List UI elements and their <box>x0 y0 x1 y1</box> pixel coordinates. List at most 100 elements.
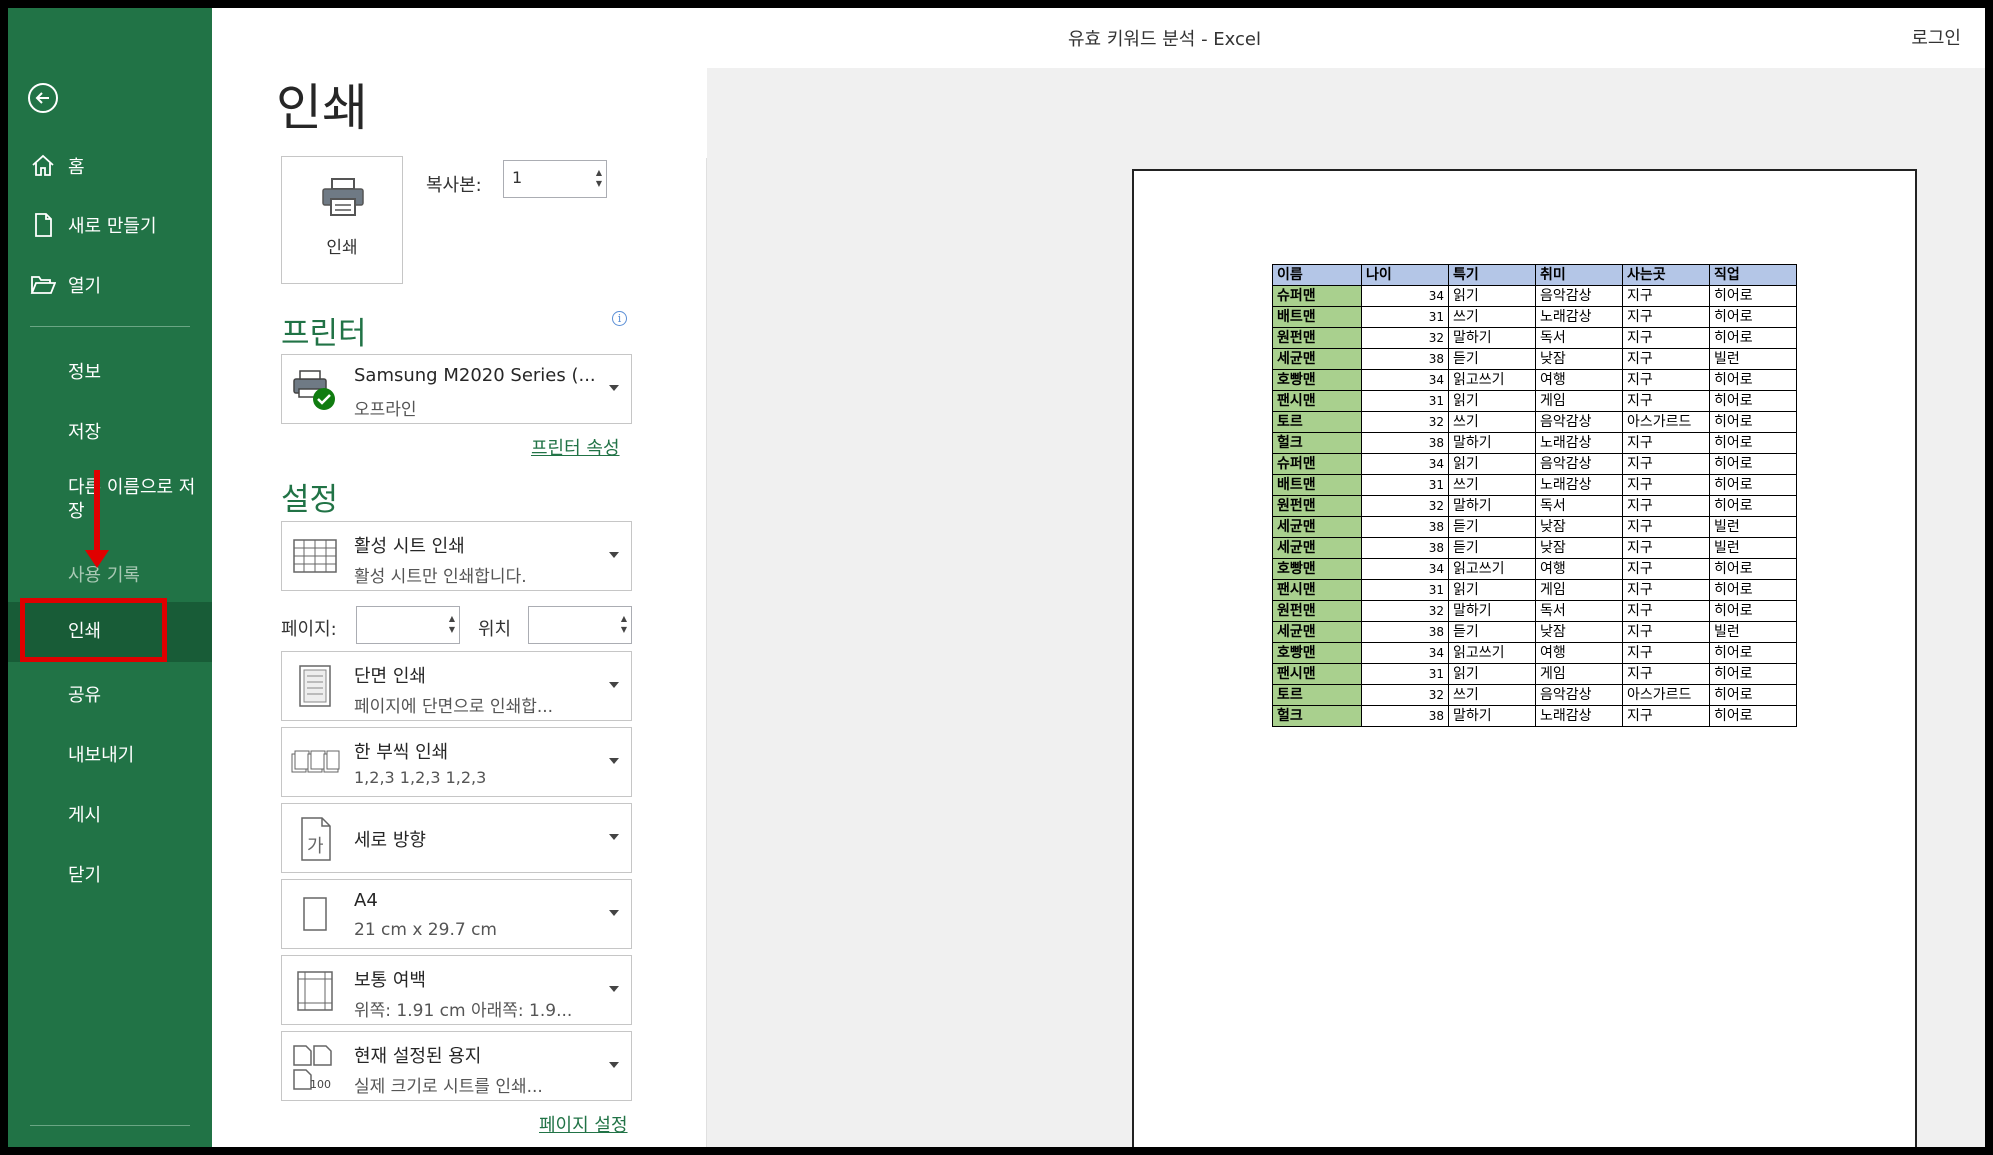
sidebar-item-publish[interactable]: 게시 <box>8 801 212 827</box>
table-row: 팬시맨 31 읽기 게임 지구 히어로 <box>1272 579 1797 601</box>
table-cell: 세균맨 <box>1272 537 1362 559</box>
table-cell: 지구 <box>1622 663 1710 685</box>
annotation-arrow-head <box>85 550 109 568</box>
pages-from-input[interactable]: ▲ ▼ <box>356 606 460 644</box>
table-cell: 쓰기 <box>1448 306 1536 328</box>
table-cell: 원펀맨 <box>1272 327 1362 349</box>
table-cell: 지구 <box>1622 705 1710 727</box>
sidebar-item-home[interactable]: 홈 <box>8 153 212 179</box>
table-cell: 음악감상 <box>1535 285 1623 307</box>
sidebar-item-open[interactable]: 열기 <box>8 272 212 298</box>
table-row: 세균맨 38 듣기 낮잠 지구 빌런 <box>1272 348 1797 370</box>
printer-name: Samsung M2020 Series (... <box>354 365 596 386</box>
table-cell: 32 <box>1361 684 1449 706</box>
table-cell: 38 <box>1361 348 1449 370</box>
table-cell: 음악감상 <box>1535 684 1623 706</box>
table-row: 원펀맨 32 말하기 독서 지구 히어로 <box>1272 327 1797 349</box>
table-cell: 읽기 <box>1448 390 1536 412</box>
print-button[interactable]: 인쇄 <box>281 156 403 284</box>
table-cell: 지구 <box>1622 495 1710 517</box>
margins-dropdown[interactable]: 보통 여백 위쪽: 1.91 cm 아래쪽: 1.9... <box>281 955 632 1025</box>
table-cell: 31 <box>1361 306 1449 328</box>
chevron-down-icon <box>609 834 619 840</box>
table-cell: 빌런 <box>1709 348 1797 370</box>
table-row: 호빵맨 34 읽고쓰기 여행 지구 히어로 <box>1272 558 1797 580</box>
portrait-orientation-icon: 가 <box>301 817 331 861</box>
table-cell: 31 <box>1361 390 1449 412</box>
sidebar-item-share[interactable]: 공유 <box>8 681 212 707</box>
table-cell: 게임 <box>1535 663 1623 685</box>
table-cell: 히어로 <box>1709 411 1797 433</box>
login-link[interactable]: 로그인 <box>1911 24 1961 50</box>
chevron-down-icon <box>609 1062 619 1068</box>
table-cell: 읽기 <box>1448 579 1536 601</box>
setting-title: 세로 방향 <box>354 830 426 851</box>
pages-label: 페이지: <box>281 619 337 640</box>
table-cell: 낮잠 <box>1535 516 1623 538</box>
page-title: 인쇄 <box>276 79 368 137</box>
table-cell: 듣기 <box>1448 348 1536 370</box>
table-cell: 독서 <box>1535 495 1623 517</box>
svg-text:100: 100 <box>310 1078 331 1091</box>
back-arrow-icon[interactable] <box>28 83 58 113</box>
new-document-icon <box>35 213 52 237</box>
table-cell: 지구 <box>1622 306 1710 328</box>
sidebar-item-save[interactable]: 저장 <box>8 418 212 444</box>
table-cell: 게임 <box>1535 579 1623 601</box>
stepper-arrows-icon[interactable]: ▲ ▼ <box>621 613 627 635</box>
chevron-down-icon <box>609 910 619 916</box>
collated-icon <box>291 750 340 773</box>
table-row: 호빵맨 34 읽고쓰기 여행 지구 히어로 <box>1272 369 1797 391</box>
table-cell: 히어로 <box>1709 642 1797 664</box>
table-row: 세균맨 38 듣기 낮잠 지구 빌런 <box>1272 516 1797 538</box>
table-cell: 지구 <box>1622 390 1710 412</box>
table-cell: 히어로 <box>1709 600 1797 622</box>
stepper-arrows-icon[interactable]: ▲ ▼ <box>449 613 455 635</box>
table-header-cell: 직업 <box>1709 264 1797 286</box>
table-row: 토르 32 쓰기 음악감상 아스가르드 히어로 <box>1272 411 1797 433</box>
printer-dropdown[interactable]: Samsung M2020 Series (... 오프라인 <box>281 354 632 424</box>
table-cell: 배트맨 <box>1272 474 1362 496</box>
table-cell: 32 <box>1361 411 1449 433</box>
table-row: 원펀맨 32 말하기 독서 지구 히어로 <box>1272 600 1797 622</box>
table-cell: 히어로 <box>1709 285 1797 307</box>
printer-properties-link[interactable]: 프린터 속성 <box>531 434 620 460</box>
table-cell: 지구 <box>1622 516 1710 538</box>
paper-size-dropdown[interactable]: A4 21 cm x 29.7 cm <box>281 879 632 949</box>
table-cell: 34 <box>1361 558 1449 580</box>
stepper-arrows-icon[interactable]: ▲ ▼ <box>596 167 602 189</box>
sides-dropdown[interactable]: 단면 인쇄 페이지에 단면으로 인쇄합... <box>281 651 632 721</box>
sidebar-item-history[interactable]: 사용 기록 <box>8 561 212 587</box>
table-cell: 호빵맨 <box>1272 642 1362 664</box>
chevron-down-icon <box>609 552 619 558</box>
collation-dropdown[interactable]: 한 부씩 인쇄 1,2,3 1,2,3 1,2,3 <box>281 727 632 797</box>
table-cell: 쓰기 <box>1448 411 1536 433</box>
sidebar-item-info[interactable]: 정보 <box>8 358 212 384</box>
copies-stepper[interactable]: 1 ▲ ▼ <box>503 160 607 198</box>
table-cell: 32 <box>1361 495 1449 517</box>
table-cell: 히어로 <box>1709 369 1797 391</box>
table-cell: 노래감상 <box>1535 432 1623 454</box>
sidebar-item-new[interactable]: 새로 만들기 <box>8 212 212 238</box>
orientation-dropdown[interactable]: 가 세로 방향 <box>281 803 632 873</box>
table-cell: 지구 <box>1622 285 1710 307</box>
pages-to-input[interactable]: ▲ ▼ <box>528 606 632 644</box>
setting-desc: 페이지에 단면으로 인쇄합... <box>354 697 554 717</box>
table-cell: 아스가르드 <box>1622 684 1710 706</box>
page-setup-link[interactable]: 페이지 설정 <box>539 1111 628 1137</box>
table-cell: 히어로 <box>1709 663 1797 685</box>
sidebar-item-save-as[interactable]: 다른 이름으로 저장 <box>8 476 198 524</box>
scaling-dropdown[interactable]: 100 현재 설정된 용지 실제 크기로 시트를 인쇄... <box>281 1031 632 1101</box>
sidebar-item-label: 다른 이름으로 저장 <box>68 477 196 522</box>
sidebar-item-label: 열기 <box>68 276 102 297</box>
table-cell: 원펀맨 <box>1272 495 1362 517</box>
sidebar-item-export[interactable]: 내보내기 <box>8 741 212 767</box>
table-cell: 빌런 <box>1709 537 1797 559</box>
sidebar-item-close[interactable]: 닫기 <box>8 861 212 887</box>
single-sided-icon <box>299 665 331 707</box>
info-icon[interactable]: i <box>612 311 627 326</box>
table-cell: 노래감상 <box>1535 705 1623 727</box>
printer-heading: 프린터 <box>281 316 367 352</box>
print-what-dropdown[interactable]: 활성 시트 인쇄 활성 시트만 인쇄합니다. <box>281 521 632 591</box>
table-cell: 읽고쓰기 <box>1448 369 1536 391</box>
